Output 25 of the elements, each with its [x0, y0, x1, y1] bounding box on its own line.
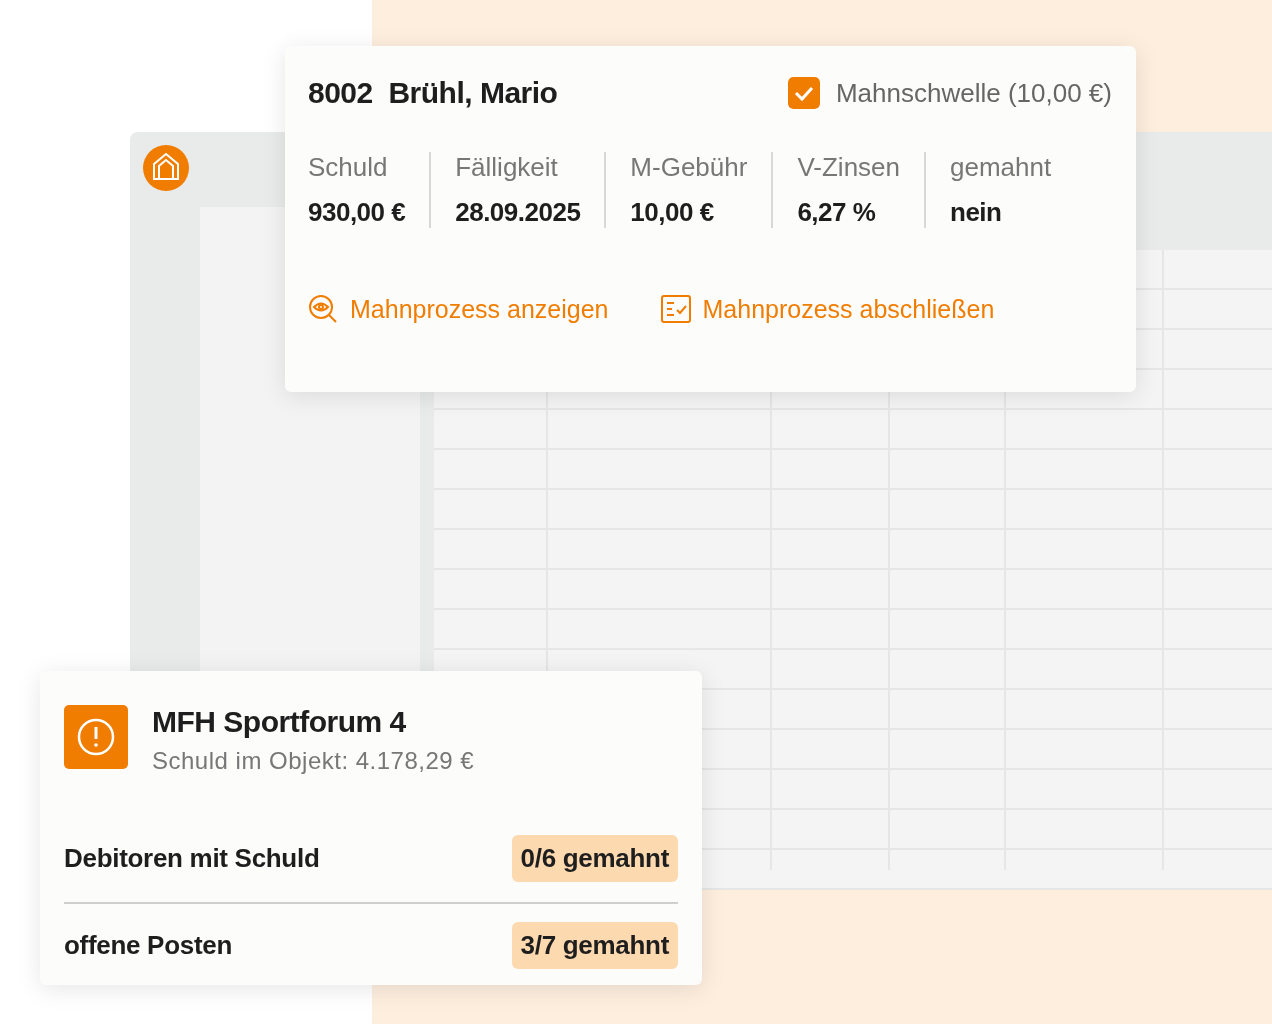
field-label: gemahnt	[950, 152, 1052, 183]
field-label: V-Zinsen	[797, 152, 900, 183]
field-label: Schuld	[308, 152, 389, 183]
field-value: 10,00 €	[630, 197, 715, 228]
checklist-icon	[660, 295, 691, 323]
field-label: M-Gebühr	[630, 152, 748, 183]
status-badge: 3/7 gemahnt	[511, 922, 678, 969]
field-value: 6,27 %	[797, 197, 877, 228]
field-value: nein	[950, 197, 1003, 228]
property-title: MFH Sportforum 4	[152, 705, 407, 739]
debtor-title: 8002 Brühl, Mario	[308, 76, 558, 110]
row-label: offene Posten	[64, 930, 232, 961]
field-value: 930,00 €	[308, 197, 406, 228]
action-link[interactable]: Mahnprozess anzeigen	[308, 294, 609, 324]
action-link[interactable]: Mahnprozess abschließen	[660, 294, 995, 324]
search-eye-icon	[308, 294, 338, 324]
house-logo-icon	[143, 145, 189, 191]
threshold-label: Mahnschwelle (10,00 €)	[835, 77, 1112, 109]
field-value: 28.09.2025	[455, 197, 581, 228]
field-label: Fälligkeit	[455, 152, 559, 183]
property-debt-text: Schuld im Objekt: 4.178,29 €	[152, 747, 475, 775]
status-badge: 0/6 gemahnt	[511, 835, 678, 882]
threshold-checkbox[interactable]	[787, 77, 820, 109]
row-label: Debitoren mit Schuld	[64, 843, 320, 874]
warning-icon	[64, 705, 128, 769]
